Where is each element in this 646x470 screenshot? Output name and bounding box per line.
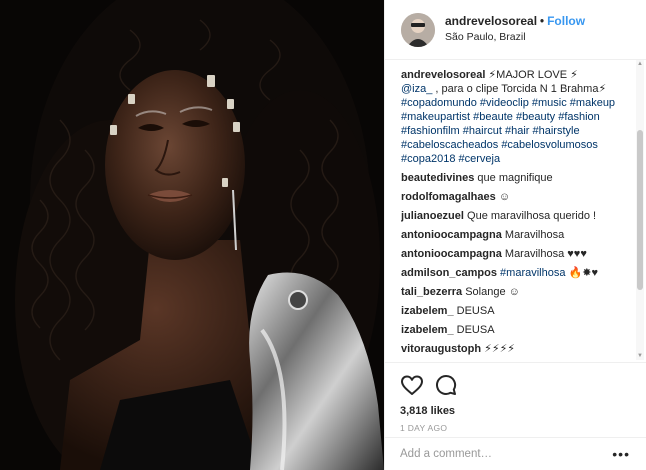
comment-item: julianoezuel Que maravilhosa querido ! [401,209,623,228]
comment-item: beautedivines que magnifique [401,171,623,190]
comment-text: ☺ [498,191,511,203]
caption-text: ⚡MAJOR LOVE ⚡ [485,69,578,81]
hashtag-link[interactable]: #fashionfilm [401,125,460,137]
follow-button[interactable]: Follow [547,14,585,28]
separator-dot: • [540,16,545,28]
heart-icon[interactable] [400,373,424,397]
scroll-up-arrow[interactable]: ▲ [636,60,644,68]
comment-item: antonioocampagna Maravilhosa ♥♥♥ [401,247,623,266]
comment-text: que magnifique [477,172,553,184]
comment-item: rodolfomagalhaes ☺ [401,190,623,209]
hashtag-link[interactable]: #music [532,97,567,109]
comment-username[interactable]: antonioocampagna [401,248,502,260]
comment-username[interactable]: admilson_campos [401,267,497,279]
scrollbar-thumb[interactable] [637,130,643,290]
hashtag-link[interactable]: #beauty [516,111,555,123]
post-photo[interactable] [0,0,384,470]
caption-text-2: , para o clipe Torcida N 1 Brahma⚡ [432,83,607,95]
comments-scrollbar[interactable]: ▲ ▼ [636,60,644,360]
comment-item: izabelem_ DEUSA [401,304,623,323]
post-header: andrevelosoreal • Follow São Paulo, Brazil [385,0,646,60]
comment-username[interactable]: rodolfomagalhaes [401,191,496,203]
location-link[interactable]: São Paulo, Brazil [445,30,585,45]
post-actions: 3,818 likes 1 DAY AGO [384,362,646,433]
comment-username[interactable]: izabelem_ [401,324,454,336]
hashtag-link[interactable]: #haircut [463,125,502,137]
comment-item: admilson_campos #maravilhosa 🔥✸♥ [401,266,623,285]
hashtag-link[interactable]: #hairstyle [533,125,580,137]
comment-username[interactable]: julianoezuel [401,210,464,222]
hashtag-link[interactable]: #makeup [570,97,615,109]
hashtag-link[interactable]: #fashion [558,111,600,123]
comment-text: DEUSA [456,305,495,317]
caption-username[interactable]: andrevelosoreal [401,69,485,81]
hashtag-link[interactable]: #copadomundo [401,97,477,109]
comment-hashtag[interactable]: #maravilhosa [500,267,565,279]
portrait-image [0,0,384,470]
comment-username[interactable]: beautedivines [401,172,474,184]
header-text: andrevelosoreal • Follow São Paulo, Brazil [445,14,585,45]
more-options-icon[interactable]: ••• [612,446,630,462]
comment-text: ⚡⚡⚡⚡ [484,343,516,355]
post-timestamp[interactable]: 1 DAY AGO [400,423,630,433]
post-caption: andrevelosoreal ⚡MAJOR LOVE ⚡ @iza_ , pa… [401,68,623,166]
comment-input[interactable] [400,448,610,460]
comment-item: izabelem_ DEUSA [401,323,623,342]
hashtag-link[interactable]: #makeupartist [401,111,470,123]
comment-text: Maravilhosa ♥♥♥ [504,248,587,260]
comment-item: tali_bezerra Solange ☺ [401,285,623,304]
add-comment-bar: ••• [384,437,646,470]
avatar[interactable] [401,12,435,47]
comment-text: Maravilhosa [504,229,565,241]
action-row [400,373,630,397]
hashtag-link[interactable]: #hair [505,125,529,137]
avatar-image [401,12,435,47]
instagram-post: andrevelosoreal • Follow São Paulo, Brazil… [0,0,646,470]
comment-username[interactable]: antonioocampagna [401,229,502,241]
comment-text: 🔥✸♥ [568,267,598,279]
comment-username[interactable]: vitoraugustoph [401,343,481,355]
comment-text: Solange ☺ [465,286,520,298]
comment-text: DEUSA [456,324,495,336]
scroll-down-arrow[interactable]: ▼ [636,352,644,360]
comment-text: Que maravilhosa querido ! [467,210,597,222]
author-username[interactable]: andrevelosoreal [445,14,537,28]
comment-username[interactable]: tali_bezerra [401,286,462,298]
hashtag-link[interactable]: #videoclip [480,97,529,109]
comments-list[interactable]: andrevelosoreal ⚡MAJOR LOVE ⚡ @iza_ , pa… [401,68,623,360]
hashtag-link[interactable]: #cabelosvolumosos [501,139,598,151]
hashtag-link[interactable]: #copa2018 [401,153,455,165]
caption-mention[interactable]: @iza_ [401,83,432,95]
hashtag-link[interactable]: #beaute [473,111,513,123]
comment-bubble-icon[interactable] [434,373,458,397]
comment-item: vitoraugustoph ⚡⚡⚡⚡ [401,342,623,360]
comment-item: antonioocampagna Maravilhosa [401,228,623,247]
likes-count[interactable]: 3,818 likes [400,405,630,417]
hashtag-link[interactable]: #cerveja [459,153,501,165]
caption-hashtags: #copadomundo #videoclip #music #makeup #… [401,97,615,165]
hashtag-link[interactable]: #cabeloscacheados [401,139,498,151]
comment-username[interactable]: izabelem_ [401,305,454,317]
